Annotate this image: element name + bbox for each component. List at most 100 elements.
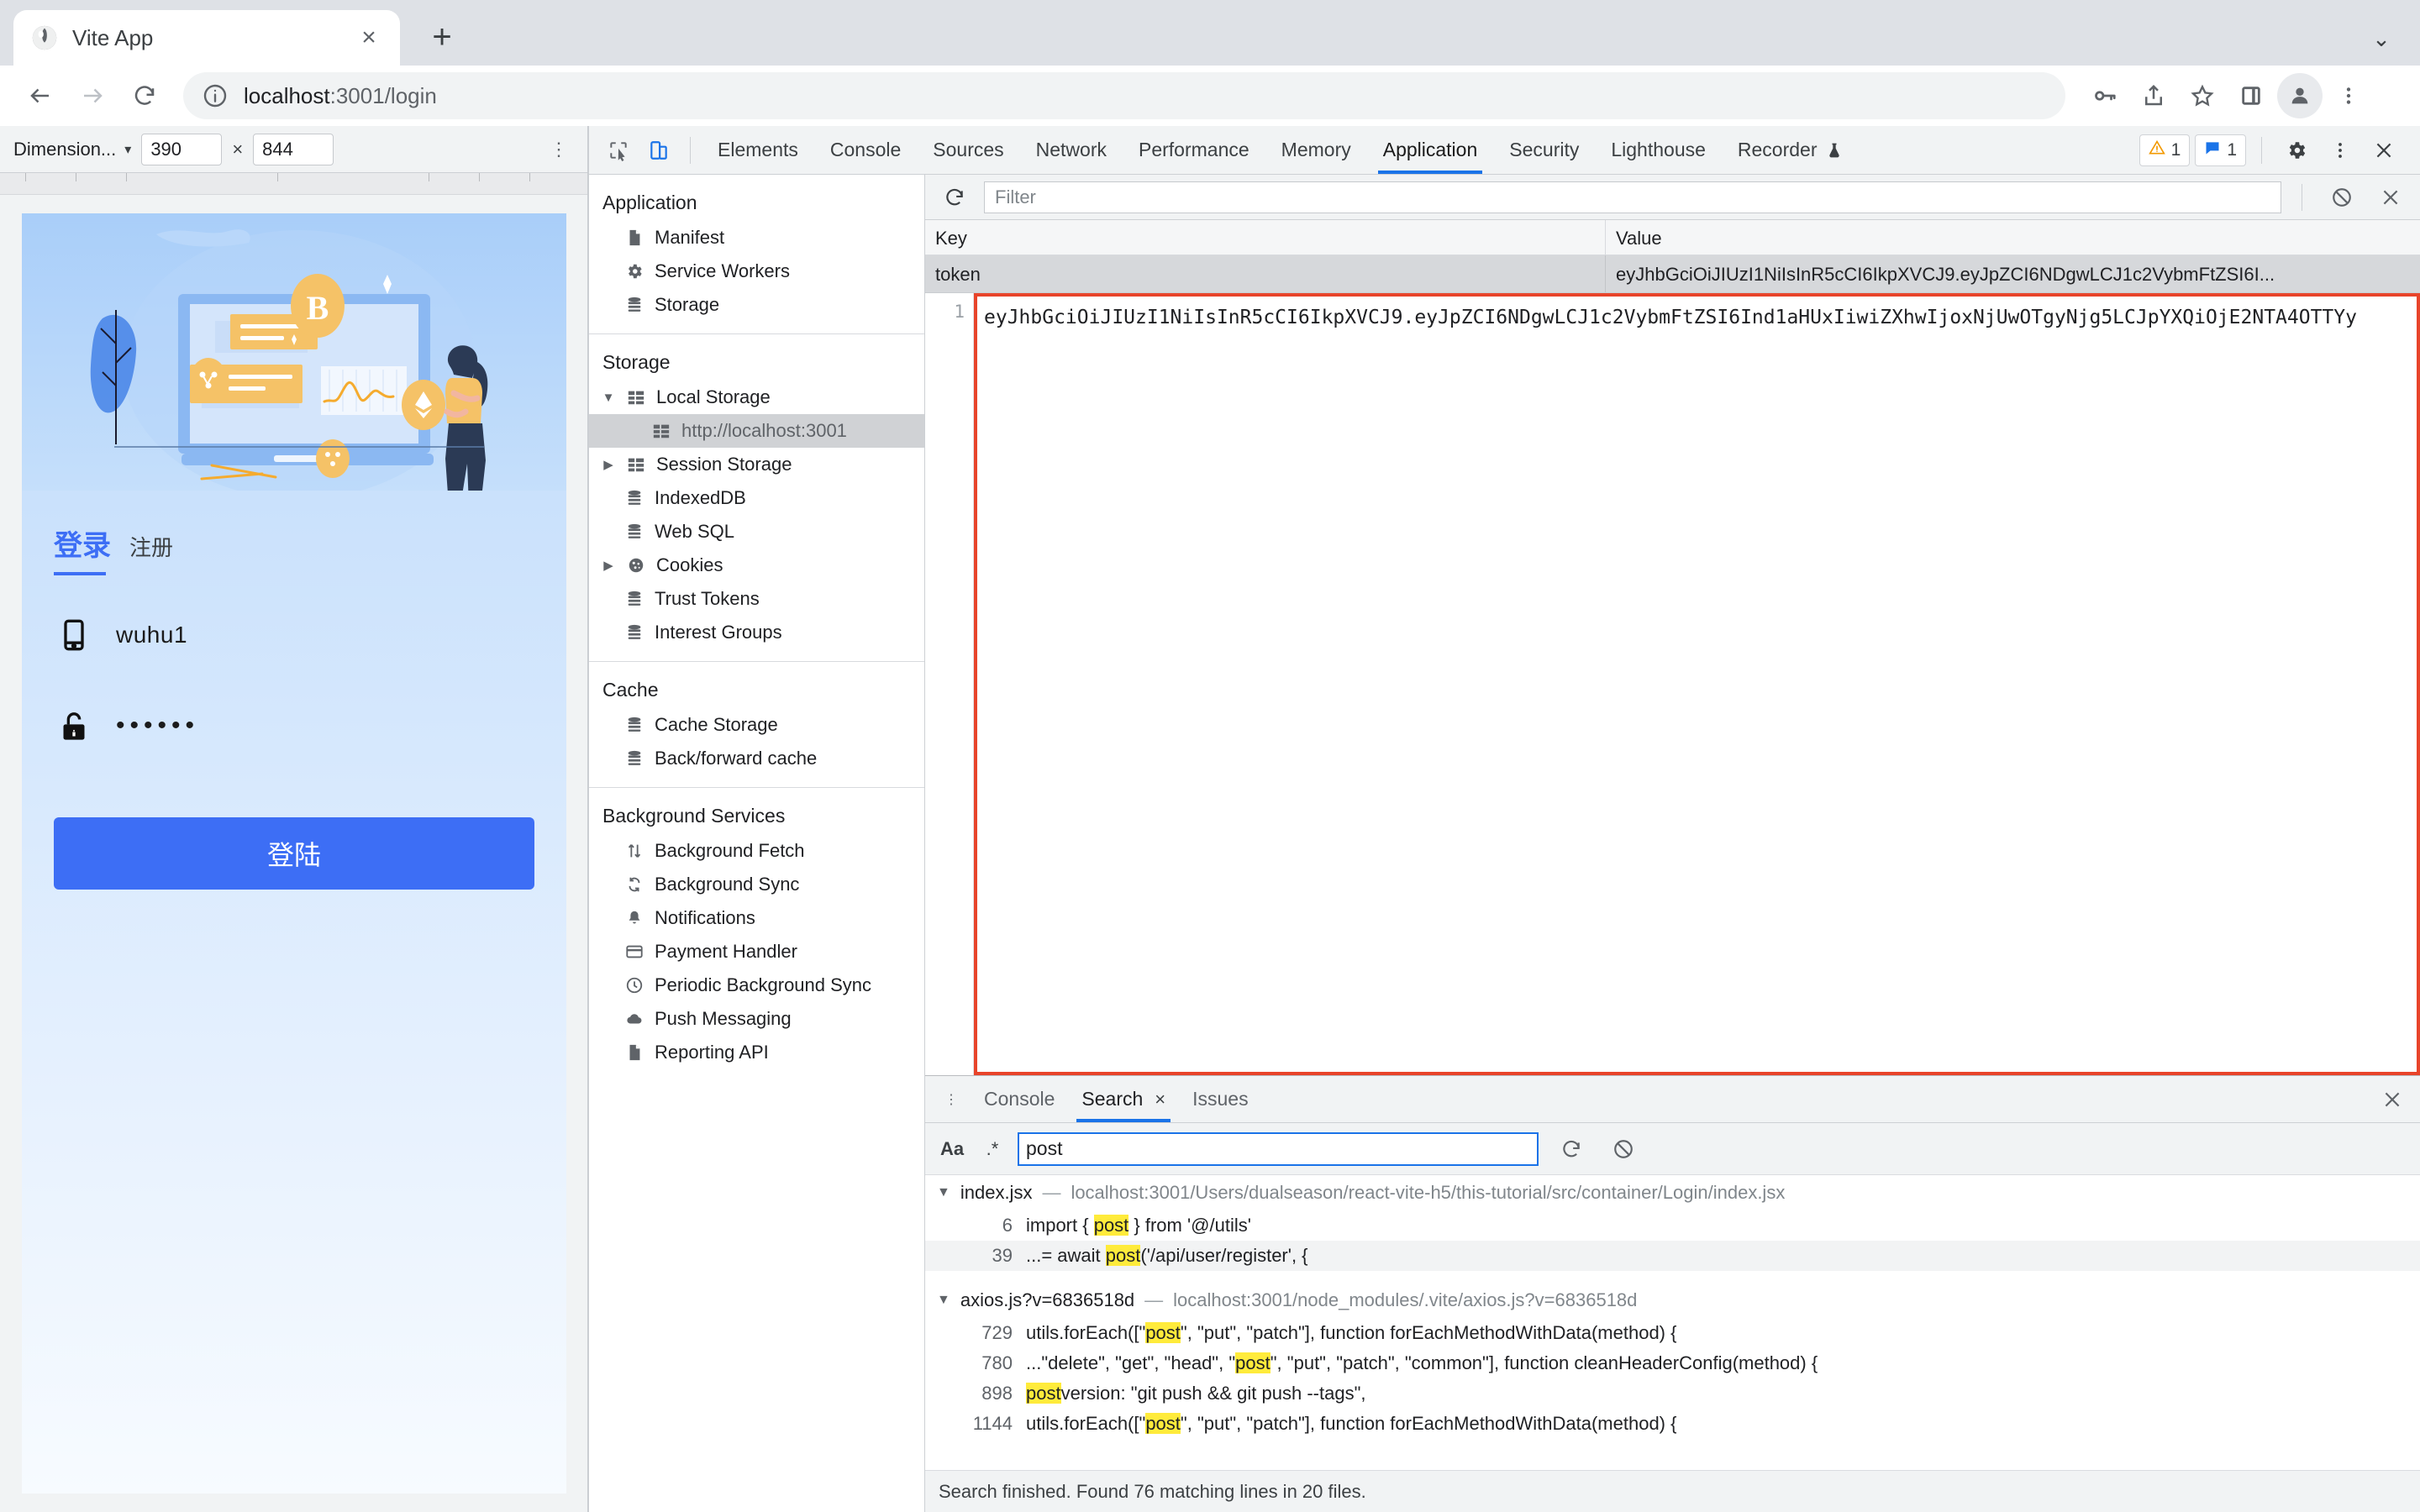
sidebar-item-periodic-background-sync[interactable]: Periodic Background Sync [589, 969, 924, 1002]
sidebar-item-localhost-origin[interactable]: http://localhost:3001 [589, 414, 924, 448]
sidebar-item-web-sql[interactable]: Web SQL [589, 515, 924, 549]
key-icon[interactable] [2082, 73, 2128, 118]
chevron-down-icon[interactable]: ▼ [601, 391, 616, 405]
regex-toggle[interactable]: .* [981, 1138, 1004, 1160]
drawer-tab-issues[interactable]: Issues [1179, 1077, 1261, 1122]
drawer-close-icon[interactable] [2371, 1079, 2413, 1121]
column-header-key[interactable]: Key [925, 220, 1606, 255]
main-area: Dimension... ▾ 390 × 844 ⋮ B 登录 注册 wuhu1… [0, 126, 2420, 1512]
close-icon[interactable]: × [1155, 1089, 1165, 1110]
tab-lighthouse[interactable]: Lighthouse [1596, 127, 1721, 174]
drawer-more-icon[interactable]: ⋮ [932, 1080, 971, 1119]
warnings-badge[interactable]: 1 [2139, 134, 2191, 166]
settings-gear-icon[interactable] [2277, 131, 2316, 170]
result-file-header[interactable]: ▼ index.jsx — localhost:3001/Users/duals… [925, 1175, 2420, 1210]
tab-security[interactable]: Security [1494, 127, 1594, 174]
device-toggle-icon[interactable] [639, 131, 678, 170]
result-file-header[interactable]: ▼ axios.js?v=6836518d — localhost:3001/n… [925, 1283, 2420, 1318]
delete-selected-icon[interactable] [2371, 178, 2410, 217]
tab-network[interactable]: Network [1021, 127, 1122, 174]
sidebar-item-push-messaging[interactable]: Push Messaging [589, 1002, 924, 1036]
bookmark-star-icon[interactable] [2180, 73, 2225, 118]
sidebar-item-cookies[interactable]: ▶ Cookies [589, 549, 924, 582]
tab-elements[interactable]: Elements [702, 127, 813, 174]
preview-token-text[interactable]: eyJhbGciOiJIUzI1NiIsInR5cCI6IkpXVCJ9.eyJ… [974, 293, 2420, 1075]
sidebar-item-background-sync[interactable]: Background Sync [589, 868, 924, 901]
sidebar-item-local-storage[interactable]: ▼ Local Storage [589, 381, 924, 414]
sidebar-item-storage[interactable]: Storage [589, 288, 924, 322]
credit-card-icon [623, 940, 646, 963]
devtools-more-icon[interactable] [2321, 131, 2360, 170]
address-bar[interactable]: localhost:3001/login [183, 72, 2065, 119]
login-page-preview[interactable]: B 登录 注册 wuhu1 •••••• 登陆 [22, 213, 566, 1494]
sidebar-item-service-workers[interactable]: Service Workers [589, 255, 924, 288]
chevron-down-icon[interactable]: ▼ [937, 1185, 950, 1200]
tab-recorder[interactable]: Recorder [1723, 127, 1858, 174]
sidebar-item-label: Push Messaging [655, 1008, 792, 1029]
result-line[interactable]: 39 ...= await post('/api/user/register',… [925, 1241, 2420, 1271]
result-line[interactable]: 6 import { post } from '@/utils' [925, 1210, 2420, 1241]
refresh-icon[interactable] [935, 178, 974, 217]
tab-register[interactable]: 注册 [129, 531, 173, 562]
forward-button[interactable] [69, 72, 116, 119]
browser-tab[interactable]: Vite App × [13, 10, 400, 66]
device-preset-dropdown[interactable]: Dimension... ▾ [13, 139, 131, 160]
clear-icon[interactable] [1604, 1130, 1643, 1168]
clear-all-icon[interactable] [2323, 178, 2361, 217]
sidebar-item-reporting-api[interactable]: Reporting API [589, 1036, 924, 1069]
device-width-input[interactable]: 390 [141, 133, 223, 165]
search-input[interactable]: post [1018, 1131, 1539, 1166]
tab-performance[interactable]: Performance [1123, 127, 1265, 174]
site-info-icon[interactable] [202, 82, 229, 109]
sidebar-item-cache-storage[interactable]: Cache Storage [589, 708, 924, 742]
sidebar-item-notifications[interactable]: Notifications [589, 901, 924, 935]
side-panel-icon[interactable] [2228, 73, 2274, 118]
sidebar-item-session-storage[interactable]: ▶ Session Storage [589, 448, 924, 481]
sidebar-item-interest-groups[interactable]: Interest Groups [589, 616, 924, 649]
drawer-tab-search[interactable]: Search × [1068, 1077, 1179, 1122]
device-more-icon[interactable]: ⋮ [544, 134, 574, 165]
new-tab-button[interactable]: + [418, 13, 466, 60]
sidebar-item-trust-tokens[interactable]: Trust Tokens [589, 582, 924, 616]
match-case-toggle[interactable]: Aa [937, 1138, 967, 1160]
column-header-value[interactable]: Value [1606, 220, 2420, 255]
profile-avatar-icon[interactable] [2277, 73, 2323, 118]
sidebar-item-background-fetch[interactable]: Background Fetch [589, 834, 924, 868]
password-field[interactable]: •••••• [54, 706, 534, 745]
sidebar-item-indexeddb[interactable]: IndexedDB [589, 481, 924, 515]
result-line[interactable]: 898 postversion: "git push && git push -… [925, 1378, 2420, 1409]
inspect-element-icon[interactable] [599, 131, 638, 170]
tab-application[interactable]: Application [1368, 127, 1493, 174]
chevron-right-icon[interactable]: ▶ [601, 457, 616, 472]
username-field[interactable]: wuhu1 [54, 616, 534, 654]
back-button[interactable] [17, 72, 64, 119]
chevron-down-icon[interactable]: ▼ [937, 1293, 950, 1308]
tab-strip: Vite App × + ⌄ [0, 0, 2420, 66]
storage-filter-input[interactable]: Filter [984, 181, 2281, 213]
reload-button[interactable] [121, 72, 168, 119]
device-height-input[interactable]: 844 [253, 133, 334, 165]
chevron-down-icon[interactable]: ⌄ [2365, 22, 2398, 55]
warnings-count: 1 [2170, 139, 2181, 160]
result-line[interactable]: 729 utils.forEach(["post", "put", "patch… [925, 1318, 2420, 1348]
sidebar-item-back-forward-cache[interactable]: Back/forward cache [589, 742, 924, 775]
tab-sources[interactable]: Sources [918, 127, 1018, 174]
login-submit-button[interactable]: 登陆 [54, 817, 534, 890]
tab-memory[interactable]: Memory [1266, 127, 1366, 174]
result-line[interactable]: 1144 utils.forEach(["post", "put", "patc… [925, 1409, 2420, 1439]
chrome-menu-icon[interactable] [2326, 73, 2371, 118]
close-icon[interactable]: × [355, 24, 383, 52]
table-row[interactable]: token eyJhbGciOiJIUzI1NiIsInR5cCI6IkpXVC… [925, 255, 2420, 292]
sidebar-item-payment-handler[interactable]: Payment Handler [589, 935, 924, 969]
result-line[interactable]: 780 ..."delete", "get", "head", "post", … [925, 1348, 2420, 1378]
sidebar-item-manifest[interactable]: Manifest [589, 221, 924, 255]
chevron-right-icon[interactable]: ▶ [601, 558, 616, 573]
section-title: Storage [602, 351, 671, 373]
tab-console[interactable]: Console [815, 127, 916, 174]
messages-badge[interactable]: 1 [2195, 134, 2246, 166]
refresh-icon[interactable] [1552, 1130, 1591, 1168]
devtools-close-icon[interactable] [2365, 131, 2403, 170]
share-icon[interactable] [2131, 73, 2176, 118]
tab-login[interactable]: 登录 [54, 522, 111, 575]
drawer-tab-console[interactable]: Console [971, 1077, 1068, 1122]
